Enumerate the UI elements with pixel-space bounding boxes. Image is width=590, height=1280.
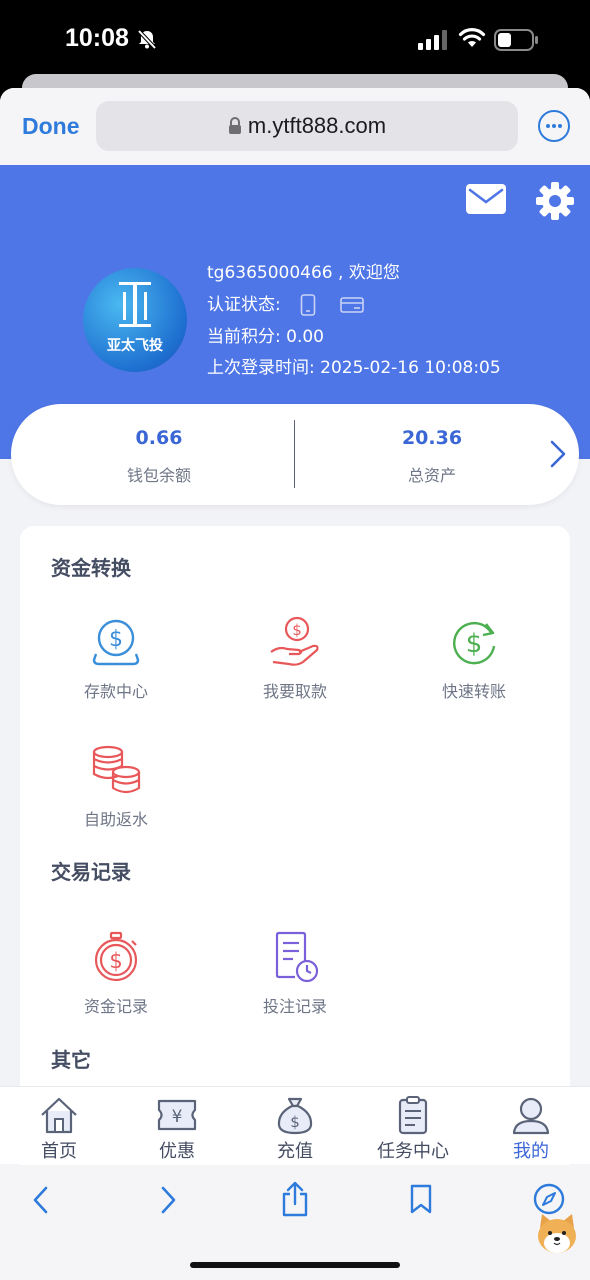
section-title-other: 其它	[51, 1048, 91, 1072]
auth-status-label: 认证状态:	[207, 295, 281, 315]
total-assets-label: 总资产	[407, 466, 456, 485]
share-icon[interactable]	[281, 1181, 309, 1217]
home-indicator	[190, 1262, 400, 1268]
points-label: 当前积分:	[207, 327, 281, 347]
url-text: m.ytft888.com	[247, 113, 387, 138]
done-button[interactable]: Done	[22, 113, 80, 140]
bookmarks-icon[interactable]	[409, 1183, 433, 1215]
avatar[interactable]: 亚太飞投	[83, 268, 187, 372]
bottom-tab-bar: 首页 ¥ 优惠 $ 充值 任务中心 我的	[0, 1086, 590, 1164]
user-icon	[512, 1097, 550, 1135]
money-bag-icon: $	[277, 1097, 313, 1135]
points-row: 当前积分: 0.00	[207, 322, 324, 347]
browser-sheet: Done m.ytft888.com 亚太飞投 tg6365000466 , 欢…	[0, 88, 590, 1280]
greeting-text: tg6365000466 , 欢迎您	[207, 263, 400, 283]
address-bar[interactable]: m.ytft888.com	[96, 101, 518, 151]
brand-text: 亚太飞投	[107, 338, 163, 354]
lock-icon	[228, 117, 241, 134]
gear-icon[interactable]	[535, 181, 575, 221]
mail-icon[interactable]	[465, 183, 507, 215]
bell-muted-icon	[137, 29, 157, 50]
menu-item-label: 资金记录	[83, 997, 148, 1016]
tab-label: 我的	[513, 1141, 549, 1162]
tab-label: 任务中心	[377, 1141, 449, 1162]
dog-sticker-icon	[538, 1214, 576, 1253]
clipboard-icon	[398, 1096, 428, 1135]
coins-stack-icon	[92, 745, 141, 794]
tab-label: 充值	[277, 1141, 313, 1162]
phone-icon	[300, 294, 316, 316]
svg-text:$: $	[290, 1113, 300, 1131]
chevron-right-icon[interactable]	[549, 440, 567, 468]
deposit-coin-icon: $	[92, 619, 140, 666]
home-icon	[41, 1097, 77, 1134]
wifi-icon	[458, 28, 486, 47]
compass-icon[interactable]	[533, 1183, 565, 1215]
wallet-balance: 0.66 钱包余额	[19, 404, 299, 505]
coupon-icon: ¥	[157, 1099, 197, 1131]
tab-home[interactable]: 首页	[0, 1087, 118, 1165]
cellular-signal-icon	[418, 30, 447, 50]
wallet-balance-label: 钱包余额	[126, 466, 191, 485]
document-clock-icon	[275, 931, 319, 983]
menu-item-label: 自助返水	[83, 810, 148, 829]
browser-header: Done m.ytft888.com	[0, 88, 590, 165]
clock: 10:08	[65, 24, 129, 52]
bank-card-icon	[339, 297, 364, 313]
tab-recharge[interactable]: $ 充值	[236, 1087, 354, 1165]
withdraw-hand-icon: $	[270, 616, 319, 666]
auth-status: 认证状态:	[207, 290, 364, 316]
back-icon[interactable]	[30, 1185, 52, 1215]
forward-icon[interactable]	[157, 1185, 179, 1215]
balance-card[interactable]: 0.66 钱包余额 20.36 总资产	[11, 404, 579, 505]
tab-task-center[interactable]: 任务中心	[354, 1087, 472, 1165]
stopwatch-dollar-icon: $	[94, 931, 138, 982]
points-value: 0.00	[286, 327, 324, 347]
status-bar: 10:08	[0, 0, 590, 80]
tab-promotions[interactable]: ¥ 优惠	[118, 1087, 236, 1165]
section-title-transactions: 交易记录	[51, 860, 131, 884]
total-assets-value: 20.36	[401, 427, 463, 449]
menu-item-label: 投注记录	[262, 997, 327, 1016]
brand-logo-icon	[119, 282, 151, 327]
wallet-balance-value: 0.66	[135, 427, 183, 449]
svg-text:$: $	[292, 621, 302, 639]
tab-label: 首页	[41, 1141, 77, 1162]
total-assets: 20.36 总资产	[292, 404, 572, 505]
transfer-dollar-icon: $	[453, 621, 496, 665]
menu-item-label: 我要取款	[262, 682, 327, 701]
more-options-button[interactable]	[538, 110, 570, 142]
last-login-label: 上次登录时间:	[207, 358, 315, 378]
battery-icon	[494, 29, 538, 51]
last-login-value: 2025-02-16 10:08:05	[320, 358, 501, 378]
last-login-row: 上次登录时间: 2025-02-16 10:08:05	[207, 353, 501, 378]
menu-item-label: 快速转账	[441, 682, 506, 701]
svg-text:$: $	[109, 949, 122, 973]
svg-text:$: $	[466, 629, 483, 659]
tab-label: 优惠	[159, 1141, 195, 1162]
section-title-fund-transfer: 资金转换	[51, 556, 131, 580]
svg-text:¥: ¥	[172, 1107, 183, 1127]
tab-mine[interactable]: 我的	[472, 1087, 590, 1165]
menu-item-label: 存款中心	[83, 682, 148, 701]
svg-text:$: $	[109, 627, 123, 652]
